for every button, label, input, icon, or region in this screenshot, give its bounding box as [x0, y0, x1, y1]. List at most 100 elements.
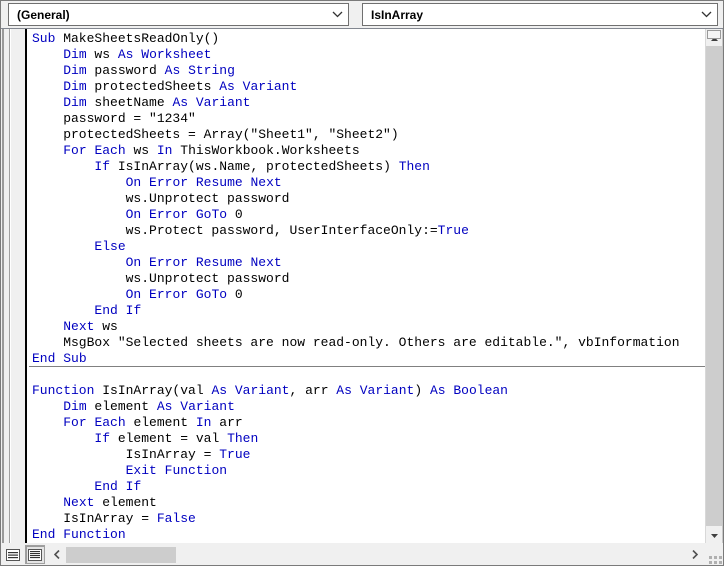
- code-keyword: Variant: [359, 383, 415, 398]
- code-keyword: Error: [149, 207, 189, 222]
- code-keyword: If: [94, 431, 111, 446]
- procedure-separator: [29, 366, 705, 367]
- code-line[interactable]: Next ws: [29, 319, 680, 335]
- code-line[interactable]: End Sub: [29, 351, 680, 367]
- code-text: 0: [227, 207, 243, 222]
- code-line[interactable]: On Error Resume Next: [29, 175, 680, 191]
- code-line[interactable]: For Each ws In ThisWorkbook.Worksheets: [29, 143, 680, 159]
- code-line[interactable]: End Function: [29, 527, 680, 543]
- vertical-scrollbar[interactable]: [705, 29, 722, 543]
- code-line[interactable]: Dim password As String: [29, 63, 680, 79]
- procedure-view-icon: [6, 548, 20, 561]
- horizontal-scroll-track[interactable]: [66, 547, 686, 563]
- code-line[interactable]: Dim ws As Worksheet: [29, 47, 680, 63]
- code-text: ws.Protect password, UserInterfaceOnly:=: [32, 223, 438, 238]
- vertical-scroll-thumb[interactable]: [706, 46, 722, 516]
- code-line[interactable]: MsgBox "Selected sheets are now read-onl…: [29, 335, 679, 351]
- code-line[interactable]: If IsInArray(ws.Name, protectedSheets) T…: [29, 159, 680, 175]
- code-keyword: As: [219, 79, 235, 94]
- code-keyword: Resume: [195, 255, 243, 270]
- code-line[interactable]: Dim protectedSheets As Variant: [29, 79, 680, 95]
- horizontal-scroll-thumb[interactable]: [66, 547, 176, 563]
- code-text: ws: [125, 143, 157, 158]
- code-text: IsInArray =: [32, 511, 157, 526]
- chevron-down-icon[interactable]: [695, 4, 717, 25]
- procedure-view-button[interactable]: [3, 545, 23, 564]
- code-line[interactable]: On Error Resume Next: [29, 255, 680, 271]
- object-dropdown[interactable]: (General): [8, 3, 349, 26]
- code-keyword: Then: [227, 431, 259, 446]
- code-line[interactable]: protectedSheets = Array("Sheet1", "Sheet…: [29, 127, 680, 143]
- code-line[interactable]: [29, 367, 680, 383]
- code-keyword: In: [195, 415, 212, 430]
- code-pane: Sub MakeSheetsReadOnly() Dim ws As Works…: [0, 29, 724, 566]
- editor-toolbar: (General) IsInArray: [0, 0, 724, 29]
- code-keyword: Variant: [242, 79, 298, 94]
- code-line[interactable]: For Each element In arr: [29, 415, 680, 431]
- code-keyword: Variant: [195, 95, 251, 110]
- horizontal-scrollbar[interactable]: [48, 546, 704, 565]
- code-keyword: End: [94, 479, 118, 494]
- code-line[interactable]: On Error GoTo 0: [29, 287, 680, 303]
- code-keyword: Next: [63, 495, 95, 510]
- pane-left-groove: [0, 29, 10, 543]
- code-line[interactable]: On Error GoTo 0: [29, 207, 680, 223]
- code-keyword: As: [336, 383, 352, 398]
- code-line[interactable]: Else: [29, 239, 680, 255]
- scroll-down-button[interactable]: [706, 526, 722, 543]
- code-line[interactable]: End If: [29, 303, 680, 319]
- code-line[interactable]: Function IsInArray(val As Variant, arr A…: [29, 383, 680, 399]
- code-keyword: As: [429, 383, 446, 398]
- resize-grip-icon[interactable]: [709, 551, 722, 564]
- code-text-area[interactable]: Sub MakeSheetsReadOnly() Dim ws As Works…: [29, 29, 705, 543]
- code-text: IsInArray(val: [94, 383, 212, 398]
- code-line[interactable]: Dim sheetName As Variant: [29, 95, 680, 111]
- editor-status-bar: [0, 543, 724, 566]
- vertical-scroll-track[interactable]: [706, 46, 722, 526]
- code-keyword: On: [125, 207, 142, 222]
- code-line[interactable]: Next element: [29, 495, 680, 511]
- chevron-down-icon[interactable]: [326, 4, 348, 25]
- code-line[interactable]: Sub MakeSheetsReadOnly(): [29, 31, 680, 47]
- code-text: element: [86, 399, 157, 414]
- code-keyword: As: [156, 399, 173, 414]
- code-keyword: Sub: [63, 351, 87, 366]
- code-line[interactable]: If element = val Then: [29, 431, 680, 447]
- margin-indicator-bar[interactable]: [11, 29, 27, 543]
- code-line[interactable]: ws.Unprotect password: [29, 271, 680, 287]
- code-line[interactable]: Exit Function: [29, 463, 680, 479]
- procedure-dropdown[interactable]: IsInArray: [362, 3, 718, 26]
- scroll-left-button[interactable]: [48, 546, 66, 564]
- code-line[interactable]: ws.Protect password, UserInterfaceOnly:=…: [29, 223, 680, 239]
- full-module-view-button[interactable]: [25, 545, 45, 564]
- code-text: element: [94, 495, 157, 510]
- code-text: , arr: [289, 383, 337, 398]
- code-line[interactable]: ws.Unprotect password: [29, 191, 680, 207]
- code-keyword: As: [172, 95, 189, 110]
- scroll-right-button[interactable]: [686, 546, 704, 564]
- code-line[interactable]: password = "1234": [29, 111, 680, 127]
- code-line[interactable]: IsInArray = True: [29, 447, 680, 463]
- code-keyword: Error: [149, 287, 189, 302]
- code-line[interactable]: IsInArray = False: [29, 511, 680, 527]
- code-keyword: For: [63, 143, 87, 158]
- code-line[interactable]: Dim element As Variant: [29, 399, 680, 415]
- code-keyword: End: [32, 351, 56, 366]
- code-keyword: Dim: [63, 79, 87, 94]
- code-line[interactable]: End If: [29, 479, 680, 495]
- code-keyword: If: [125, 479, 142, 494]
- code-text: IsInArray(ws.Name, protectedSheets): [110, 159, 399, 174]
